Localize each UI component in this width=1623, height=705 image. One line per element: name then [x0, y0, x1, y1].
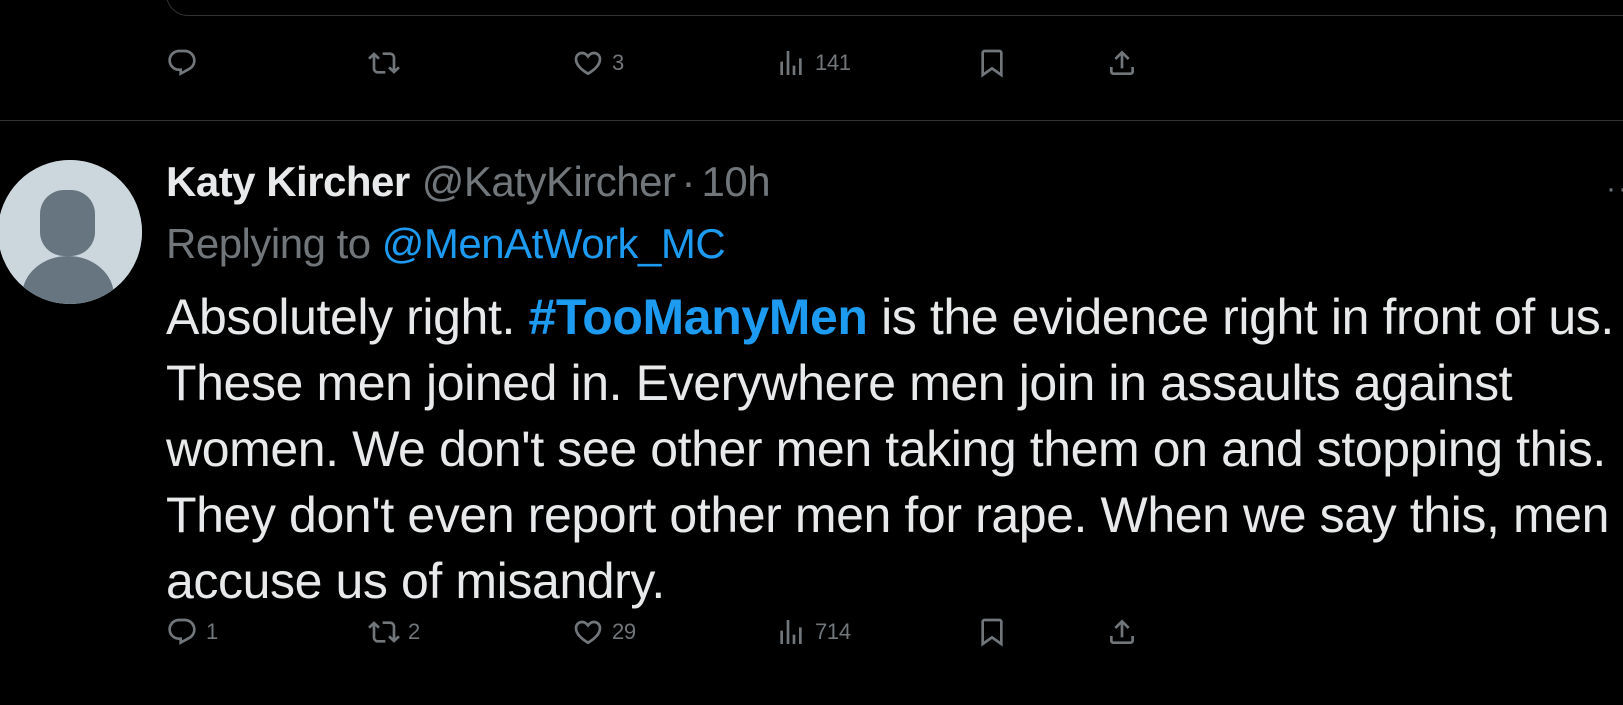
- heart-icon: [572, 616, 604, 648]
- bookmark-icon: [976, 616, 1008, 648]
- views-icon: [775, 616, 807, 648]
- views-count: 141: [815, 50, 851, 75]
- tweet-header: Katy Kircher @KatyKircher · 10h: [166, 156, 771, 208]
- more-icon[interactable]: ··: [1606, 172, 1623, 206]
- like-button[interactable]: 3: [572, 43, 624, 83]
- replying-to-label: Replying to: [166, 220, 382, 267]
- bookmark-button[interactable]: [976, 43, 1008, 83]
- share-button[interactable]: [1106, 612, 1138, 652]
- reply-icon: [166, 47, 198, 79]
- bookmark-icon: [976, 47, 1008, 79]
- reply-count: 1: [206, 619, 218, 644]
- like-count: 29: [612, 619, 636, 644]
- replying-to-mention[interactable]: @MenAtWork_MC: [382, 220, 726, 267]
- tweet-text-start: Absolutely right.: [166, 289, 529, 345]
- replying-to-line: Replying to @MenAtWork_MC: [166, 220, 726, 268]
- reply-button[interactable]: [166, 43, 206, 83]
- retweet-button[interactable]: [368, 43, 408, 83]
- retweet-icon: [368, 616, 400, 648]
- reply-button[interactable]: 1: [166, 612, 218, 652]
- views-button[interactable]: 141: [775, 43, 851, 83]
- author-avatar[interactable]: [0, 160, 142, 304]
- author-name[interactable]: Katy Kircher: [166, 158, 410, 206]
- like-button[interactable]: 29: [572, 612, 636, 652]
- quoted-tweet-card-edge[interactable]: [166, 0, 1623, 16]
- tweet-action-bar: 1 2 29 714: [166, 612, 1166, 652]
- tweet-text: Absolutely right. #TooManyMen is the evi…: [166, 284, 1621, 614]
- retweet-count: 2: [408, 619, 420, 644]
- views-icon: [775, 47, 807, 79]
- bookmark-button[interactable]: [976, 612, 1008, 652]
- views-button[interactable]: 714: [775, 612, 851, 652]
- share-icon: [1106, 616, 1138, 648]
- heart-icon: [572, 47, 604, 79]
- reply-icon: [166, 616, 198, 648]
- tweet-timestamp[interactable]: 10h: [701, 158, 770, 206]
- hashtag-link[interactable]: #TooManyMen: [528, 289, 868, 345]
- previous-tweet-action-bar: 3 141: [166, 43, 1166, 83]
- tweet-divider: [0, 120, 1623, 121]
- retweet-button[interactable]: 2: [368, 612, 420, 652]
- views-count: 714: [815, 619, 851, 644]
- default-avatar-icon: [0, 160, 142, 304]
- like-count: 3: [612, 50, 624, 75]
- header-separator: ·: [681, 158, 696, 205]
- share-icon: [1106, 47, 1138, 79]
- author-handle[interactable]: @KatyKircher: [422, 158, 676, 206]
- share-button[interactable]: [1106, 43, 1138, 83]
- retweet-icon: [368, 47, 400, 79]
